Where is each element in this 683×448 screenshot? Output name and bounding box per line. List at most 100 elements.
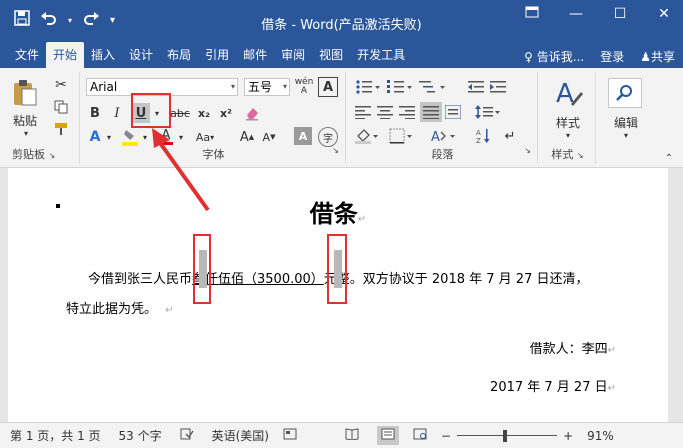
- asian-layout-icon[interactable]: A: [428, 127, 458, 145]
- text-effects-icon[interactable]: A: [86, 127, 104, 147]
- sort-icon[interactable]: AZ: [474, 127, 494, 145]
- tab-references[interactable]: 引用: [198, 42, 236, 68]
- zoom-thumb[interactable]: [503, 429, 508, 442]
- zoom-level[interactable]: 91%: [587, 429, 614, 443]
- styles-launcher-icon[interactable]: ↘: [577, 151, 584, 160]
- web-layout-icon[interactable]: [413, 428, 427, 443]
- tab-file[interactable]: 文件: [8, 42, 46, 68]
- underlined-amount: 叁仟伍佰（3500.00）: [192, 272, 324, 287]
- svg-text:A: A: [556, 79, 574, 109]
- tab-mailings[interactable]: 邮件: [236, 42, 274, 68]
- ribbon-display-icon[interactable]: [517, 6, 547, 22]
- tab-view[interactable]: 视图: [312, 42, 350, 68]
- paste-button[interactable]: 粘贴: [8, 112, 42, 128]
- login-link[interactable]: 登录: [600, 48, 624, 65]
- language[interactable]: 英语(美国): [212, 427, 269, 444]
- selection-start-highlight-box: [193, 234, 211, 304]
- find-icon[interactable]: [608, 78, 642, 108]
- font-name-value: Arial: [90, 80, 118, 94]
- tab-insert[interactable]: 插入: [84, 42, 122, 68]
- align-center-icon[interactable]: [376, 103, 394, 121]
- chevron-down-icon: ▾: [230, 82, 235, 91]
- clipboard-group-label: 剪贴板 ↘: [12, 148, 56, 161]
- share-button[interactable]: ♟共享: [640, 48, 675, 65]
- paragraph-mark: ↵: [607, 383, 616, 394]
- bullets-icon[interactable]: [354, 78, 382, 96]
- paragraph-mark-icon[interactable]: ↵: [500, 127, 520, 145]
- body-prefix: 今借到张三人民币: [88, 272, 193, 287]
- grow-font-button[interactable]: A ▲: [238, 127, 256, 147]
- text-effects-dropdown-icon[interactable]: ▾: [104, 127, 114, 147]
- styles-dropdown-icon[interactable]: ▾: [560, 130, 576, 140]
- line-spacing-icon[interactable]: [474, 103, 502, 121]
- editing-dropdown-icon[interactable]: ▾: [618, 130, 634, 140]
- tab-review[interactable]: 审阅: [274, 42, 312, 68]
- collapse-ribbon-icon[interactable]: ⌃: [662, 152, 676, 164]
- tab-layout[interactable]: 布局: [160, 42, 198, 68]
- clipboard-launcher-icon[interactable]: ↘: [49, 151, 56, 160]
- editing-group: 编辑 ▾: [598, 72, 654, 164]
- body-line-2-text: 特立此据为凭。: [66, 302, 158, 317]
- multilevel-list-icon[interactable]: [418, 78, 448, 96]
- paragraph-group-label: 段落 ↘: [431, 146, 532, 161]
- distributed-icon[interactable]: [444, 103, 462, 121]
- vertical-scrollbar[interactable]: [669, 168, 683, 422]
- borders-icon[interactable]: [388, 127, 414, 145]
- clear-formatting-icon[interactable]: [242, 103, 262, 123]
- body-suffix: 元整。双方协议于 2018 年 7 月 27 日还清，: [323, 272, 589, 287]
- svg-text:A: A: [476, 129, 481, 137]
- italic-button[interactable]: I: [108, 103, 126, 123]
- person-icon: ♟: [640, 50, 651, 64]
- cut-icon[interactable]: ✂: [52, 76, 70, 94]
- page-count[interactable]: 第 1 页，共 1 页: [10, 427, 101, 444]
- paste-icon[interactable]: [10, 78, 40, 108]
- paragraph-launcher-icon[interactable]: ↘: [524, 146, 531, 155]
- proofing-icon[interactable]: [180, 428, 194, 443]
- justify-icon[interactable]: [420, 102, 442, 122]
- tell-me-box[interactable]: ♀ 告诉我...: [524, 48, 584, 65]
- zoom-out-icon[interactable]: −: [441, 429, 451, 443]
- align-right-icon[interactable]: [398, 103, 416, 121]
- highlight-icon[interactable]: [120, 127, 140, 147]
- restore-icon[interactable]: ☐: [605, 6, 635, 22]
- print-layout-icon[interactable]: [377, 426, 399, 445]
- paragraph-group: A AZ ↵ 段落 ↘: [348, 72, 538, 164]
- character-shading-icon[interactable]: A: [294, 127, 312, 145]
- styles-group: A 样式 ▾ 样式 ↘: [540, 72, 596, 164]
- tab-home[interactable]: 开始: [46, 42, 85, 68]
- styles-icon[interactable]: A: [550, 76, 586, 112]
- close-icon[interactable]: ✕: [649, 6, 679, 22]
- increase-indent-icon[interactable]: [488, 78, 508, 96]
- paragraph-mark: ↵: [165, 305, 174, 316]
- styles-button[interactable]: 样式: [544, 114, 592, 130]
- numbering-icon[interactable]: [386, 78, 414, 96]
- word-count[interactable]: 53 个字: [119, 427, 162, 444]
- copy-icon[interactable]: [52, 98, 70, 116]
- character-border-icon[interactable]: A: [318, 77, 338, 97]
- shrink-font-button[interactable]: A ▼: [260, 127, 278, 147]
- date-line: 2017 年 7 月 27 日↵: [490, 376, 616, 395]
- document-title: 借条: [309, 200, 358, 228]
- zoom-slider[interactable]: [457, 429, 558, 442]
- enclose-characters-icon[interactable]: 字: [318, 127, 338, 147]
- decrease-indent-icon[interactable]: [466, 78, 486, 96]
- font-launcher-icon[interactable]: ↘: [332, 146, 339, 155]
- font-size-combo[interactable]: 五号 ▾: [244, 78, 290, 96]
- editing-button[interactable]: 编辑: [602, 114, 650, 130]
- date-text: 2017 年 7 月 27 日: [490, 380, 608, 395]
- annotation-arrow: [152, 128, 210, 212]
- macro-record-icon[interactable]: [283, 428, 297, 443]
- phonetic-guide-icon[interactable]: wén A: [294, 77, 314, 97]
- tab-developer[interactable]: 开发工具: [350, 42, 412, 68]
- minimize-icon[interactable]: —: [561, 6, 591, 22]
- format-painter-icon[interactable]: [52, 120, 70, 138]
- shading-icon[interactable]: [354, 127, 380, 145]
- read-mode-icon[interactable]: [345, 428, 359, 443]
- svg-text:Z: Z: [476, 137, 481, 144]
- bold-button[interactable]: B: [86, 103, 104, 123]
- document-title-line: 借条↵: [8, 194, 668, 229]
- zoom-in-icon[interactable]: +: [563, 429, 573, 443]
- align-left-icon[interactable]: [354, 103, 372, 121]
- paste-dropdown-icon[interactable]: ▾: [16, 128, 36, 138]
- tab-design[interactable]: 设计: [122, 42, 160, 68]
